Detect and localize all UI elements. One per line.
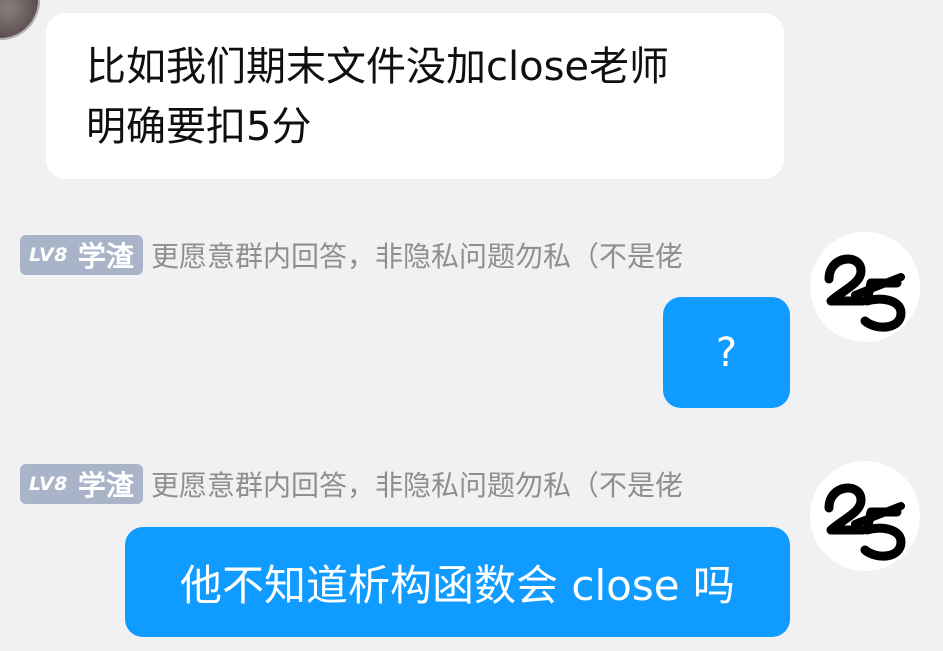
avatar-2-over-5-logo-icon	[824, 254, 906, 332]
message-text-line: 明确要扣5分	[86, 104, 312, 150]
badge-title: 学渣	[77, 469, 134, 502]
message-bubble-outgoing[interactable]: ?	[663, 297, 790, 408]
sender-avatar[interactable]	[810, 232, 920, 342]
message-text: ?	[715, 329, 738, 376]
avatar[interactable]	[0, 0, 40, 40]
message-text-line: 比如我们期末文件没加close老师	[86, 44, 670, 90]
chat-view: 比如我们期末文件没加close老师 明确要扣5分 LV8 学渣 更愿意群内回答，…	[0, 0, 943, 651]
badge-title: 学渣	[77, 240, 134, 273]
sender-avatar[interactable]	[810, 461, 920, 571]
message-bubble-incoming[interactable]: 比如我们期末文件没加close老师 明确要扣5分	[46, 13, 784, 179]
sender-info: LV8 学渣 更愿意群内回答，非隐私问题勿私（不是佬	[20, 464, 683, 504]
level-label: LV8	[29, 244, 68, 266]
message-text: 他不知道析构函数会 close 吗	[180, 560, 735, 610]
sender-note: 更愿意群内回答，非隐私问题勿私（不是佬	[150, 240, 683, 273]
level-badge: LV8 学渣	[20, 235, 143, 275]
message-bubble-outgoing[interactable]: 他不知道析构函数会 close 吗	[125, 527, 790, 637]
avatar-2-over-5-logo-icon	[824, 483, 906, 561]
sender-info: LV8 学渣 更愿意群内回答，非隐私问题勿私（不是佬	[20, 235, 683, 275]
sender-note: 更愿意群内回答，非隐私问题勿私（不是佬	[150, 469, 683, 502]
level-badge: LV8 学渣	[20, 464, 143, 504]
level-label: LV8	[29, 473, 68, 495]
